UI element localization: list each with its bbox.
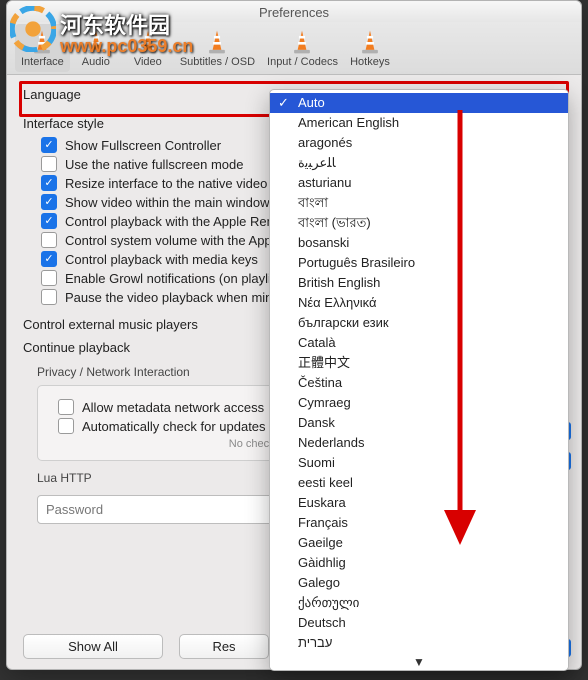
language-option[interactable]: Català bbox=[270, 333, 568, 353]
checkbox[interactable] bbox=[41, 270, 57, 286]
show-all-button[interactable]: Show All bbox=[23, 634, 163, 659]
checkbox[interactable] bbox=[58, 418, 74, 434]
tab-label: Audio bbox=[82, 56, 110, 68]
language-option[interactable]: eesti keel bbox=[270, 473, 568, 493]
language-option[interactable]: British English bbox=[270, 273, 568, 293]
language-option[interactable]: bosanski bbox=[270, 233, 568, 253]
language-option[interactable]: Čeština bbox=[270, 373, 568, 393]
language-option[interactable]: Gaeilge bbox=[270, 533, 568, 553]
tab-label: Video bbox=[134, 56, 162, 68]
language-option[interactable]: asturianu bbox=[270, 173, 568, 193]
checkbox[interactable] bbox=[41, 156, 57, 172]
language-option[interactable]: Suomi bbox=[270, 453, 568, 473]
language-option[interactable]: বাংলা (ভারত) bbox=[270, 213, 568, 233]
checkbox[interactable] bbox=[58, 399, 74, 415]
language-option[interactable]: Français bbox=[270, 513, 568, 533]
pref-label: Resize interface to the native video siz… bbox=[65, 176, 294, 191]
language-option[interactable]: aragonés bbox=[270, 133, 568, 153]
tab-label: Hotkeys bbox=[350, 56, 390, 68]
language-option[interactable]: Nederlands bbox=[270, 433, 568, 453]
language-option[interactable]: български език bbox=[270, 313, 568, 333]
tab-label: Input / Codecs bbox=[267, 56, 338, 68]
pref-label: Show Fullscreen Controller bbox=[65, 138, 221, 153]
checkbox[interactable]: ✓ bbox=[41, 137, 57, 153]
checkbox[interactable]: ✓ bbox=[41, 213, 57, 229]
language-option[interactable]: Auto bbox=[270, 93, 568, 113]
checkbox[interactable]: ✓ bbox=[41, 175, 57, 191]
language-option[interactable]: বাংলা bbox=[270, 193, 568, 213]
language-label: Language bbox=[23, 87, 233, 102]
pref-label: Control playback with the Apple Remote bbox=[65, 214, 296, 229]
language-option[interactable]: עברית bbox=[270, 633, 568, 653]
tab-hotkeys[interactable]: Hotkeys bbox=[344, 24, 396, 72]
language-option[interactable]: American English bbox=[270, 113, 568, 133]
language-option[interactable]: Português Brasileiro bbox=[270, 253, 568, 273]
checkbox[interactable]: ✓ bbox=[41, 251, 57, 267]
language-option[interactable]: Dansk bbox=[270, 413, 568, 433]
language-option[interactable]: Deutsch bbox=[270, 613, 568, 633]
language-option[interactable]: Galego bbox=[270, 573, 568, 593]
checkbox[interactable]: ✓ bbox=[41, 194, 57, 210]
language-option[interactable]: 正體中文 bbox=[270, 353, 568, 373]
reset-all-button[interactable]: Res bbox=[179, 634, 269, 659]
checkbox[interactable] bbox=[41, 232, 57, 248]
privacy-label: Automatically check for updates bbox=[82, 419, 266, 434]
language-option[interactable]: Cymraeg bbox=[270, 393, 568, 413]
language-option[interactable]: ქართული bbox=[270, 593, 568, 613]
pref-label: Use the native fullscreen mode bbox=[65, 157, 243, 172]
pref-label: Show video within the main window bbox=[65, 195, 270, 210]
language-dropdown[interactable]: AutoAmerican Englisharagonésﺎﻠﻋﺮﺒﻳﺓastur… bbox=[269, 89, 569, 671]
privacy-label: Allow metadata network access bbox=[82, 400, 264, 415]
pref-label: Control playback with media keys bbox=[65, 252, 258, 267]
watermark-url: www.pc0359.cn bbox=[60, 36, 193, 57]
checkbox[interactable] bbox=[41, 289, 57, 305]
tab-codecs[interactable]: Input / Codecs bbox=[261, 24, 344, 72]
language-option[interactable]: Νέα Ελληνικά bbox=[270, 293, 568, 313]
watermark-logo bbox=[10, 6, 56, 52]
language-option[interactable]: Gàidhlig bbox=[270, 553, 568, 573]
tab-label: Interface bbox=[21, 56, 64, 68]
dropdown-scroll-down-icon[interactable]: ▼ bbox=[270, 654, 568, 670]
language-option[interactable]: Euskara bbox=[270, 493, 568, 513]
tab-label: Subtitles / OSD bbox=[180, 56, 255, 68]
language-option[interactable]: ﺎﻠﻋﺮﺒﻳﺓ bbox=[270, 153, 568, 173]
